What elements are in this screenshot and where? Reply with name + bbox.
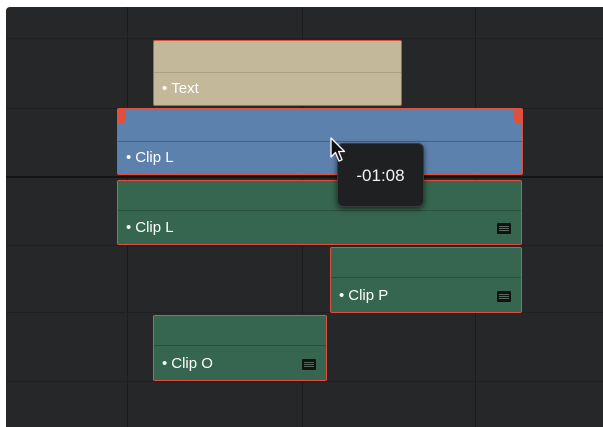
clip-midline [331, 277, 521, 278]
clip-name: Clip L [135, 219, 174, 236]
clip-label: • Text [162, 80, 199, 98]
clip-o[interactable]: • Clip O [153, 315, 327, 381]
clip-bullet: • [162, 80, 168, 97]
clip-text[interactable]: • Text [153, 40, 402, 106]
clip-label: • Clip L [126, 219, 174, 237]
clip-bullet: • [162, 355, 168, 372]
clip-name: Clip P [348, 287, 389, 304]
clip-name: Clip O [171, 355, 213, 372]
clip-midline [154, 72, 401, 73]
clip-l-audio[interactable]: • Clip L [117, 180, 522, 245]
trim-handle-left[interactable] [118, 109, 126, 124]
drag-offset-tooltip: -01:08 [337, 143, 424, 207]
clip-midline [154, 345, 326, 346]
clip-bullet: • [126, 219, 132, 236]
linked-clip-icon [497, 223, 511, 234]
grid-line [6, 38, 603, 39]
trim-handle-right[interactable] [514, 109, 522, 124]
grid-line [6, 245, 603, 246]
clip-bullet: • [339, 287, 345, 304]
clip-l-video[interactable]: • Clip L [117, 108, 523, 175]
timeline-area[interactable]: • Text • Clip L • Clip L • Clip P • Clip O [6, 7, 603, 427]
linked-clip-icon [497, 291, 511, 302]
linked-clip-icon [302, 359, 316, 370]
clip-midline [118, 141, 522, 142]
arrow-cursor-icon [330, 137, 346, 162]
clip-p[interactable]: • Clip P [330, 247, 522, 313]
clip-label: • Clip L [126, 149, 174, 167]
clip-name: Text [171, 80, 199, 97]
clip-name: Clip L [135, 149, 174, 166]
grid-line [6, 381, 603, 382]
clip-midline [118, 210, 521, 211]
clip-bullet: • [126, 149, 132, 166]
clip-label: • Clip P [339, 287, 388, 305]
video-audio-divider [6, 176, 603, 178]
clip-label: • Clip O [162, 355, 213, 373]
